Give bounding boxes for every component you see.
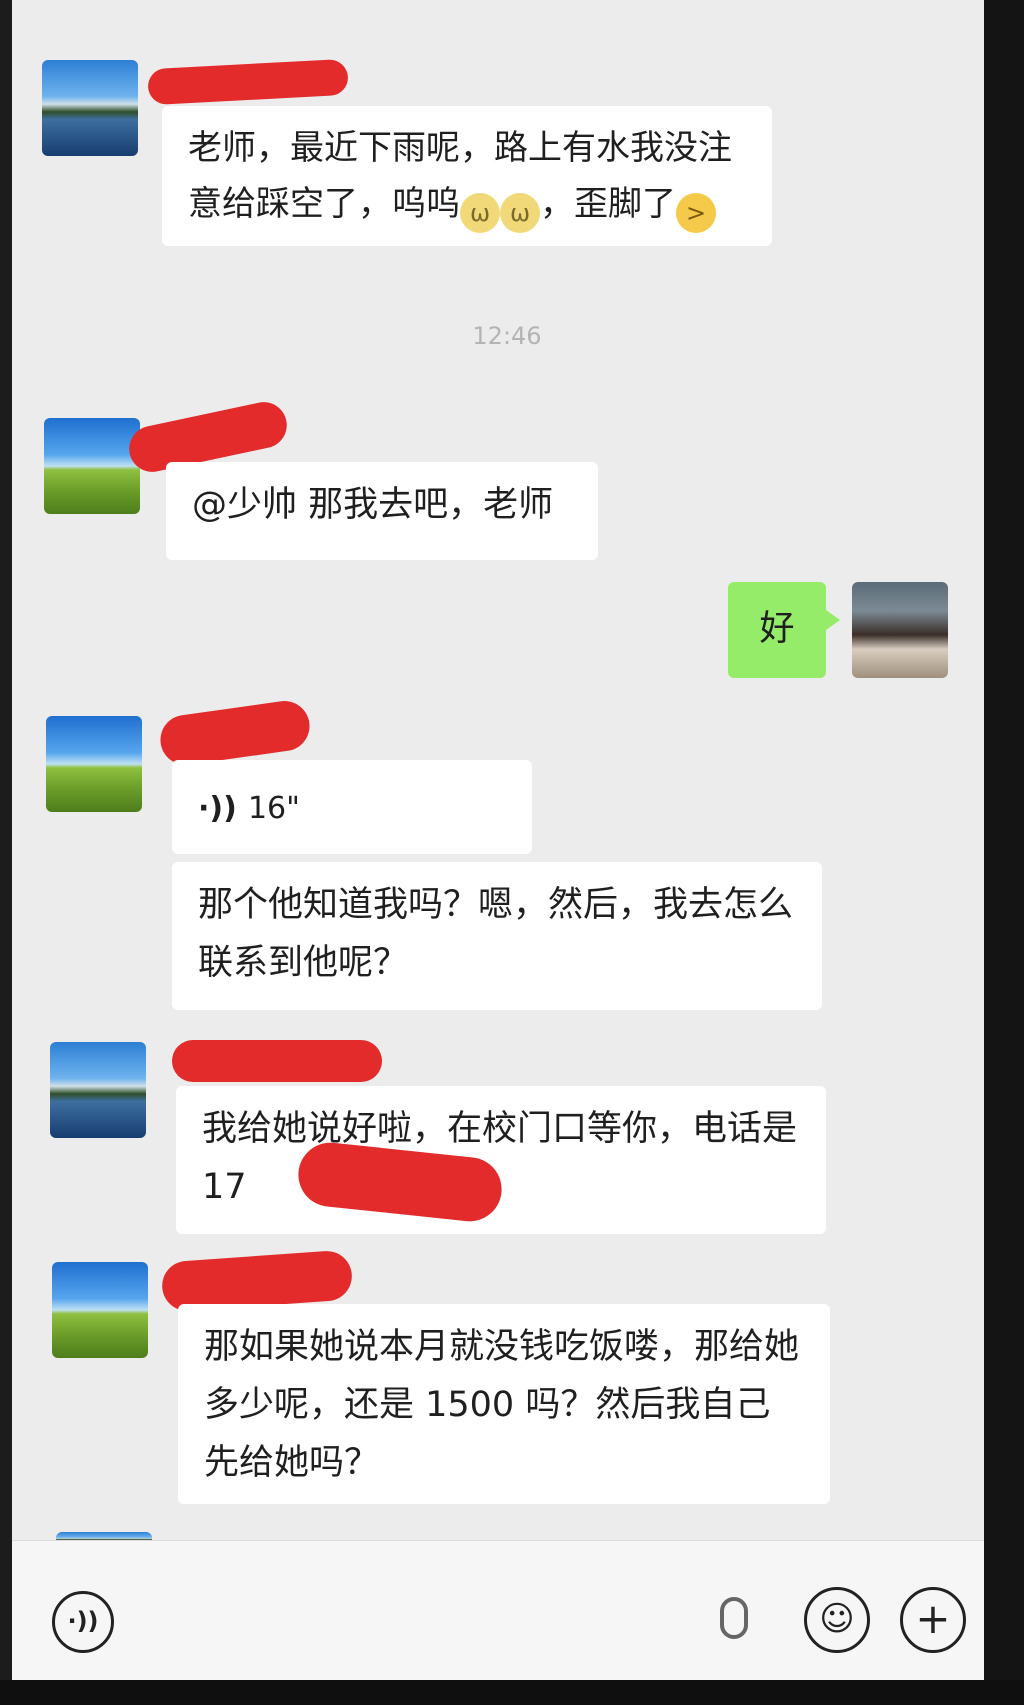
- crying-emoji-icon: ω: [500, 193, 540, 233]
- avatar[interactable]: [44, 418, 140, 514]
- voice-duration: 16": [247, 791, 300, 826]
- emoji-icon[interactable]: ☺: [804, 1587, 870, 1653]
- voice-mode-icon[interactable]: ·)): [52, 1591, 114, 1653]
- message-text: 好: [759, 609, 795, 649]
- message-bubble[interactable]: 那如果她说本月就没钱吃饭喽，那给她多少呢，还是 1500 吗？然后我自己先给她吗…: [178, 1304, 830, 1504]
- message-text: @少帅 那我去吧，老师: [192, 485, 554, 525]
- chat-screen: 老师，最近下雨呢，路上有水我没注意给踩空了，呜呜 ω ω ，歪脚了 > 12:46 @少…: [12, 0, 984, 1680]
- message-bubble-self[interactable]: 好: [728, 582, 840, 678]
- avatar[interactable]: [42, 60, 138, 156]
- avatar-self[interactable]: [852, 582, 948, 678]
- avatar[interactable]: [46, 716, 142, 812]
- message-bubble[interactable]: @少帅 那我去吧，老师: [166, 462, 598, 560]
- message-bubble[interactable]: 那个他知道我吗？嗯，然后，我去怎么联系到他呢？: [172, 862, 822, 1010]
- avatar[interactable]: [52, 1262, 148, 1358]
- pained-emoji-icon: >: [676, 193, 716, 233]
- crying-emoji-icon: ω: [460, 193, 500, 233]
- plus-icon[interactable]: +: [900, 1587, 966, 1653]
- redacted-sender-name: [172, 1040, 382, 1082]
- message-timestamp: 12:46: [472, 322, 542, 350]
- redacted-sender-name: [147, 58, 349, 106]
- chat-input-bar: ·)) ☺ +: [12, 1540, 984, 1680]
- microphone-icon[interactable]: [720, 1597, 748, 1639]
- avatar[interactable]: [50, 1042, 146, 1138]
- message-text-tail: ，歪脚了: [540, 184, 676, 224]
- voice-message-bubble[interactable]: ·)) 16": [172, 760, 532, 854]
- redacted-sender-name: [157, 697, 313, 769]
- message-text: 那如果她说本月就没钱吃饭喽，那给她多少呢，还是 1500 吗？然后我自己先给她吗…: [204, 1327, 800, 1483]
- right-border: [984, 0, 1024, 1705]
- message-bubble[interactable]: 我给她说好啦，在校门口等你，电话是 173: [176, 1086, 826, 1234]
- voice-wave-icon: ·)): [198, 791, 237, 826]
- message-text: 那个他知道我吗？嗯，然后，我去怎么联系到他呢？: [198, 885, 794, 983]
- bottom-border: [0, 1680, 1024, 1705]
- message-bubble[interactable]: 老师，最近下雨呢，路上有水我没注意给踩空了，呜呜 ω ω ，歪脚了 >: [162, 106, 772, 246]
